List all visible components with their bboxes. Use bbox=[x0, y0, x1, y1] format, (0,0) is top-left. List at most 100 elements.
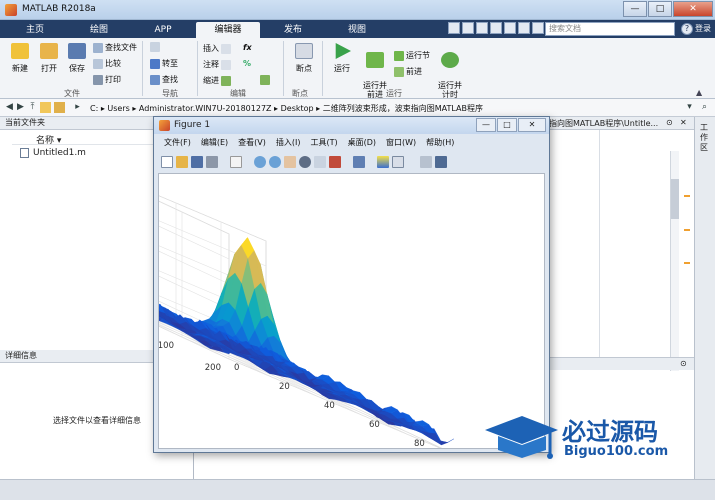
toolbar-separator bbox=[344, 156, 350, 168]
editor-dropdown-icon[interactable]: ⊙ bbox=[666, 118, 673, 127]
save-button[interactable]: 保存 bbox=[64, 43, 90, 74]
close-button[interactable]: ✕ bbox=[673, 1, 713, 17]
figure-window[interactable]: Figure 1 — □ ✕ 文件(F) 编辑(E) 查看(V) 插入(I) 工… bbox=[14, 116, 550, 468]
save-icon[interactable] bbox=[191, 156, 203, 168]
rotate-icon[interactable] bbox=[299, 156, 311, 168]
insert-icon bbox=[221, 43, 231, 54]
run-button[interactable]: 运行 bbox=[328, 43, 356, 74]
forward-arrow-icon[interactable]: ▶ bbox=[15, 102, 26, 113]
search-documentation-input[interactable]: 搜索文档 bbox=[545, 22, 675, 36]
colorbar-icon[interactable] bbox=[377, 156, 389, 168]
new-icon bbox=[11, 43, 29, 59]
insert-button[interactable]: 插入 bbox=[203, 43, 231, 54]
menu-help[interactable]: 帮助(H) bbox=[426, 137, 454, 151]
menu-edit[interactable]: 编辑(E) bbox=[201, 137, 228, 151]
editor-scrollbar[interactable] bbox=[670, 151, 679, 371]
command-window-menu-icon[interactable]: ⊙ bbox=[680, 359, 687, 368]
tab-publish[interactable]: 发布 bbox=[262, 22, 324, 38]
editor-file-tab[interactable]: 指向图MATLAB程序\Untitle... bbox=[549, 118, 658, 129]
cut-quick-icon[interactable] bbox=[462, 22, 474, 34]
paste-quick-icon[interactable] bbox=[490, 22, 502, 34]
surface-plot[interactable]: 01020304050-200-1000100200020406080100 bbox=[14, 142, 544, 468]
breakpoint-icon bbox=[295, 43, 313, 59]
new-button[interactable]: 新建 bbox=[6, 43, 34, 74]
minimize-button[interactable]: — bbox=[623, 1, 647, 17]
save-quick-icon[interactable] bbox=[448, 22, 460, 34]
path-search-icon[interactable]: ⌕ bbox=[699, 102, 710, 113]
menu-view[interactable]: 查看(V) bbox=[238, 137, 266, 151]
path-dropdown-icon[interactable]: ▾ bbox=[684, 102, 695, 113]
y-tick-label: 200 bbox=[205, 363, 221, 373]
workspace-tab[interactable]: 工作区 bbox=[700, 123, 710, 153]
back-arrow-icon[interactable]: ◀ bbox=[4, 102, 15, 113]
data-cursor-icon[interactable] bbox=[314, 156, 326, 168]
current-path[interactable]: C: ▸ Users ▸ Administrator.WIN7U-2018012… bbox=[90, 103, 483, 114]
up-folder-icon[interactable]: ⤒ bbox=[27, 102, 38, 113]
nav-back-button[interactable] bbox=[150, 42, 160, 52]
scroll-thumb[interactable] bbox=[671, 179, 679, 219]
compare-button[interactable]: 比较 bbox=[93, 58, 121, 69]
advance-button[interactable]: 前进 bbox=[394, 66, 422, 77]
collapse-ribbon-icon[interactable]: ▲ bbox=[696, 88, 702, 97]
switch-windows-icon[interactable] bbox=[532, 22, 544, 34]
ribbon-separator bbox=[283, 41, 284, 96]
open-button[interactable]: 打开 bbox=[36, 43, 62, 74]
comment-button[interactable]: 注释 bbox=[203, 59, 231, 70]
search-help-icon[interactable]: ? bbox=[681, 23, 693, 35]
tab-plots[interactable]: 绘图 bbox=[68, 22, 130, 38]
new-figure-icon[interactable] bbox=[161, 156, 173, 168]
undo-quick-icon[interactable] bbox=[504, 22, 516, 34]
find-button[interactable]: 查找 bbox=[150, 74, 178, 85]
print-button[interactable]: 打印 bbox=[93, 74, 121, 85]
code-analyzer-marker[interactable] bbox=[684, 195, 690, 197]
editor-close-icon[interactable]: ✕ bbox=[680, 118, 687, 127]
toolbar-separator bbox=[407, 156, 417, 168]
pointer-icon[interactable] bbox=[230, 156, 242, 168]
tab-home[interactable]: 主页 bbox=[4, 22, 66, 38]
goto-button[interactable]: 转至 bbox=[150, 58, 178, 69]
figure-maximize-button[interactable]: □ bbox=[497, 118, 517, 132]
breakpoints-button[interactable]: 断点 bbox=[290, 43, 318, 74]
copy-quick-icon[interactable] bbox=[476, 22, 488, 34]
show-plot-tools-icon[interactable] bbox=[435, 156, 447, 168]
indent-button[interactable]: 缩进 bbox=[203, 75, 231, 86]
print-icon[interactable] bbox=[206, 156, 218, 168]
percent-button[interactable]: % bbox=[243, 59, 251, 68]
legend-icon[interactable] bbox=[392, 156, 404, 168]
ribbon-separator bbox=[197, 41, 198, 96]
menu-tools[interactable]: 工具(T) bbox=[310, 137, 337, 151]
x-tick-label: 0 bbox=[234, 363, 239, 373]
code-analyzer-marker[interactable] bbox=[684, 229, 690, 231]
brush-icon[interactable] bbox=[329, 156, 341, 168]
window-title: MATLAB R2018a bbox=[22, 4, 96, 14]
tab-apps[interactable]: APP bbox=[132, 22, 194, 38]
maximize-button[interactable]: □ bbox=[648, 1, 672, 17]
fx-button[interactable]: fx bbox=[243, 43, 252, 52]
tab-editor[interactable]: 编辑器 bbox=[196, 22, 260, 38]
menu-insert[interactable]: 插入(I) bbox=[276, 137, 301, 151]
code-analyzer-marker[interactable] bbox=[684, 262, 690, 264]
menu-file[interactable]: 文件(F) bbox=[164, 137, 191, 151]
redo-quick-icon[interactable] bbox=[518, 22, 530, 34]
watermark-url: Biguo100.com bbox=[564, 444, 669, 459]
menu-window[interactable]: 窗口(W) bbox=[386, 137, 416, 151]
figure-close-button[interactable]: ✕ bbox=[518, 118, 546, 132]
figure-title-bar[interactable]: Figure 1 — □ ✕ bbox=[154, 117, 549, 134]
zoom-out-icon[interactable] bbox=[269, 156, 281, 168]
browse-folder-icon[interactable] bbox=[40, 102, 51, 113]
title-bar: MATLAB R2018a — □ ✕ bbox=[0, 0, 715, 20]
pan-icon[interactable] bbox=[284, 156, 296, 168]
link-icon[interactable] bbox=[353, 156, 365, 168]
run-and-time-button[interactable]: 运行并 计时 bbox=[435, 43, 465, 99]
group-run-label: 运行 bbox=[386, 89, 402, 98]
tab-view[interactable]: 视图 bbox=[326, 22, 388, 38]
smart-indent-button[interactable] bbox=[260, 75, 270, 85]
hide-plot-tools-icon[interactable] bbox=[420, 156, 432, 168]
figure-minimize-button[interactable]: — bbox=[476, 118, 496, 132]
open-icon[interactable] bbox=[176, 156, 188, 168]
zoom-in-icon[interactable] bbox=[254, 156, 266, 168]
run-section-button[interactable]: 运行节 bbox=[394, 50, 430, 61]
find-files-button[interactable]: 查找文件 bbox=[93, 42, 137, 53]
login-link[interactable]: 登录 bbox=[695, 23, 711, 34]
menu-desktop[interactable]: 桌面(D) bbox=[348, 137, 376, 151]
